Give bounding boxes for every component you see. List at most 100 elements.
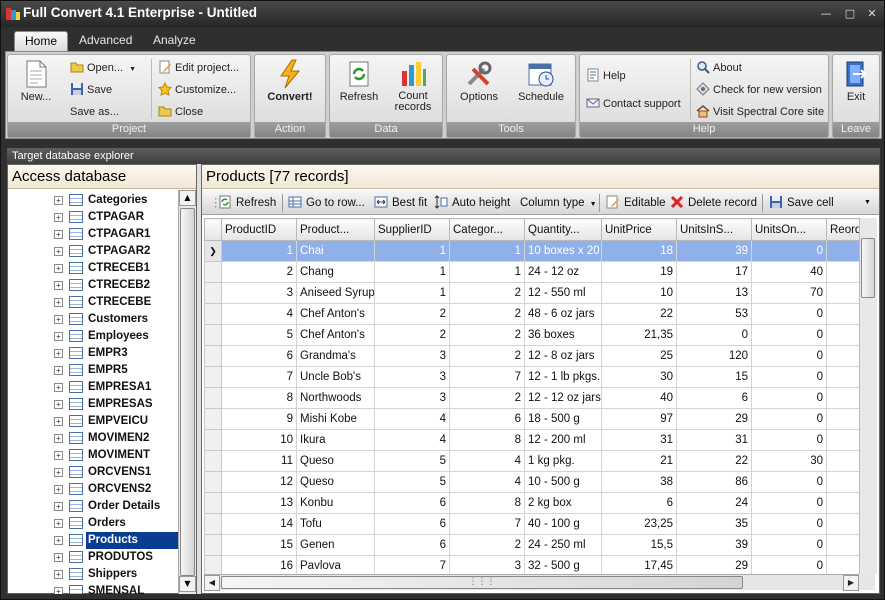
table-row[interactable]: 13 Konbu 6 8 2 kg box 6 24 0 xyxy=(204,492,877,514)
table-cell[interactable]: 0 xyxy=(751,513,827,535)
column-type-dropdown[interactable]: Column type ▼ xyxy=(520,194,597,212)
editable-toggle[interactable]: Editable xyxy=(606,194,666,212)
expand-icon[interactable]: + xyxy=(54,247,63,256)
table-row[interactable]: 14 Tofu 6 7 40 - 100 g 23,25 35 0 xyxy=(204,513,877,535)
table-cell[interactable]: 0 xyxy=(676,324,752,346)
table-row[interactable]: 8 Northwoods 3 2 12 - 12 oz jars 40 6 0 xyxy=(204,387,877,409)
table-cell[interactable]: 0 xyxy=(751,324,827,346)
column-header[interactable]: Product... xyxy=(296,218,375,241)
expand-icon[interactable]: + xyxy=(54,519,63,528)
expand-icon[interactable]: + xyxy=(54,332,63,341)
row-indicator[interactable] xyxy=(204,345,222,367)
table-cell[interactable]: 30 xyxy=(601,366,677,388)
table-cell[interactable]: 1 xyxy=(374,282,450,304)
table-cell[interactable]: 7 xyxy=(449,513,525,535)
table-cell[interactable]: 120 xyxy=(676,345,752,367)
table-cell[interactable]: 24 xyxy=(676,492,752,514)
edit-project-button[interactable]: Edit project... xyxy=(158,59,239,77)
tree-item-ctreceb2[interactable]: + CTRECEB2 xyxy=(8,277,178,294)
expand-icon[interactable]: + xyxy=(54,502,63,511)
row-indicator[interactable] xyxy=(204,366,222,388)
column-header[interactable]: Quantity... xyxy=(524,218,602,241)
table-cell[interactable]: Chef Anton's xyxy=(296,303,375,325)
row-indicator[interactable] xyxy=(204,387,222,409)
save-button[interactable]: Save xyxy=(70,81,112,99)
save-as-button[interactable]: Save as... xyxy=(70,103,119,121)
table-cell[interactable]: Queso xyxy=(296,471,375,493)
table-cell[interactable]: 8 xyxy=(221,387,297,409)
table-row[interactable]: 12 Queso 5 4 10 - 500 g 38 86 0 xyxy=(204,471,877,493)
table-cell[interactable]: 2 xyxy=(449,387,525,409)
table-cell[interactable]: 31 xyxy=(601,429,677,451)
column-header[interactable]: UnitPrice xyxy=(601,218,677,241)
grid-vscrollbar-thumb[interactable] xyxy=(861,238,875,298)
tree-item-products[interactable]: + Products xyxy=(8,532,178,549)
table-cell[interactable]: 29 xyxy=(676,555,752,574)
table-cell[interactable]: Grandma's xyxy=(296,345,375,367)
table-cell[interactable]: 2 xyxy=(221,261,297,283)
row-indicator[interactable] xyxy=(204,303,222,325)
table-cell[interactable]: 10 xyxy=(221,429,297,451)
table-cell[interactable]: 5 xyxy=(221,324,297,346)
expand-icon[interactable]: + xyxy=(54,451,63,460)
table-cell[interactable]: 2 xyxy=(449,282,525,304)
table-cell[interactable]: 30 xyxy=(751,450,827,472)
expand-icon[interactable]: + xyxy=(54,434,63,443)
grid-vscrollbar[interactable] xyxy=(859,218,877,574)
tree-item-empresas[interactable]: + EMPRESAS xyxy=(8,396,178,413)
expand-icon[interactable]: + xyxy=(54,213,63,222)
table-cell[interactable]: 3 xyxy=(374,366,450,388)
column-header[interactable]: SupplierID xyxy=(374,218,450,241)
table-cell[interactable]: 0 xyxy=(751,555,827,574)
table-row[interactable]: 6 Grandma's 3 2 12 - 8 oz jars 25 120 0 xyxy=(204,345,877,367)
table-cell[interactable]: 4 xyxy=(374,408,450,430)
table-cell[interactable]: 3 xyxy=(449,555,525,574)
table-cell[interactable]: 40 - 100 g xyxy=(524,513,602,535)
table-cell[interactable]: 2 xyxy=(449,534,525,556)
best-fit-button[interactable]: Best fit xyxy=(374,194,427,212)
table-cell[interactable]: 0 xyxy=(751,471,827,493)
about-button[interactable]: About xyxy=(696,59,742,77)
table-cell[interactable]: 32 - 500 g xyxy=(524,555,602,574)
row-indicator[interactable] xyxy=(204,513,222,535)
table-cell[interactable]: 22 xyxy=(676,450,752,472)
table-cell[interactable]: 12 - 8 oz jars xyxy=(524,345,602,367)
table-cell[interactable]: 15 xyxy=(221,534,297,556)
scroll-down-icon[interactable]: ▼ xyxy=(179,576,196,592)
tree-item-empr3[interactable]: + EMPR3 xyxy=(8,345,178,362)
tree-item-produtos[interactable]: + PRODUTOS xyxy=(8,549,178,566)
delete-record-button[interactable]: Delete record xyxy=(670,194,757,212)
open-button[interactable]: Open... ▼ xyxy=(70,59,136,77)
table-cell[interactable]: 12 xyxy=(221,471,297,493)
table-cell[interactable]: 23,25 xyxy=(601,513,677,535)
table-cell[interactable]: Ikura xyxy=(296,429,375,451)
table-cell[interactable]: 4 xyxy=(449,471,525,493)
table-cell[interactable]: 7 xyxy=(221,366,297,388)
table-cell[interactable]: 3 xyxy=(221,282,297,304)
table-cell[interactable]: 2 kg box xyxy=(524,492,602,514)
scroll-up-icon[interactable]: ▲ xyxy=(179,190,196,206)
row-indicator[interactable] xyxy=(204,324,222,346)
table-cell[interactable]: 10 xyxy=(601,282,677,304)
customize-button[interactable]: Customize... xyxy=(158,81,236,99)
row-indicator[interactable] xyxy=(204,534,222,556)
expand-icon[interactable]: + xyxy=(54,400,63,409)
column-header[interactable]: Categor... xyxy=(449,218,525,241)
scroll-left-icon[interactable]: ◀ xyxy=(204,575,220,591)
table-cell[interactable]: 48 - 6 oz jars xyxy=(524,303,602,325)
expand-icon[interactable]: + xyxy=(54,264,63,273)
tree-item-categories[interactable]: + Categories xyxy=(8,192,178,209)
expand-icon[interactable]: + xyxy=(54,349,63,358)
expand-icon[interactable]: + xyxy=(54,298,63,307)
table-cell[interactable]: 5 xyxy=(374,450,450,472)
tree-item-movimen2[interactable]: + MOVIMEN2 xyxy=(8,430,178,447)
tree-item-empr5[interactable]: + EMPR5 xyxy=(8,362,178,379)
expand-icon[interactable]: + xyxy=(54,417,63,426)
schedule-button[interactable]: Schedule xyxy=(511,59,571,103)
row-indicator[interactable] xyxy=(204,261,222,283)
tree-item-moviment[interactable]: + MOVIMENT xyxy=(8,447,178,464)
exit-button[interactable]: Exit xyxy=(835,59,877,103)
table-cell[interactable]: Chang xyxy=(296,261,375,283)
table-cell[interactable]: Tofu xyxy=(296,513,375,535)
table-cell[interactable]: 8 xyxy=(449,492,525,514)
